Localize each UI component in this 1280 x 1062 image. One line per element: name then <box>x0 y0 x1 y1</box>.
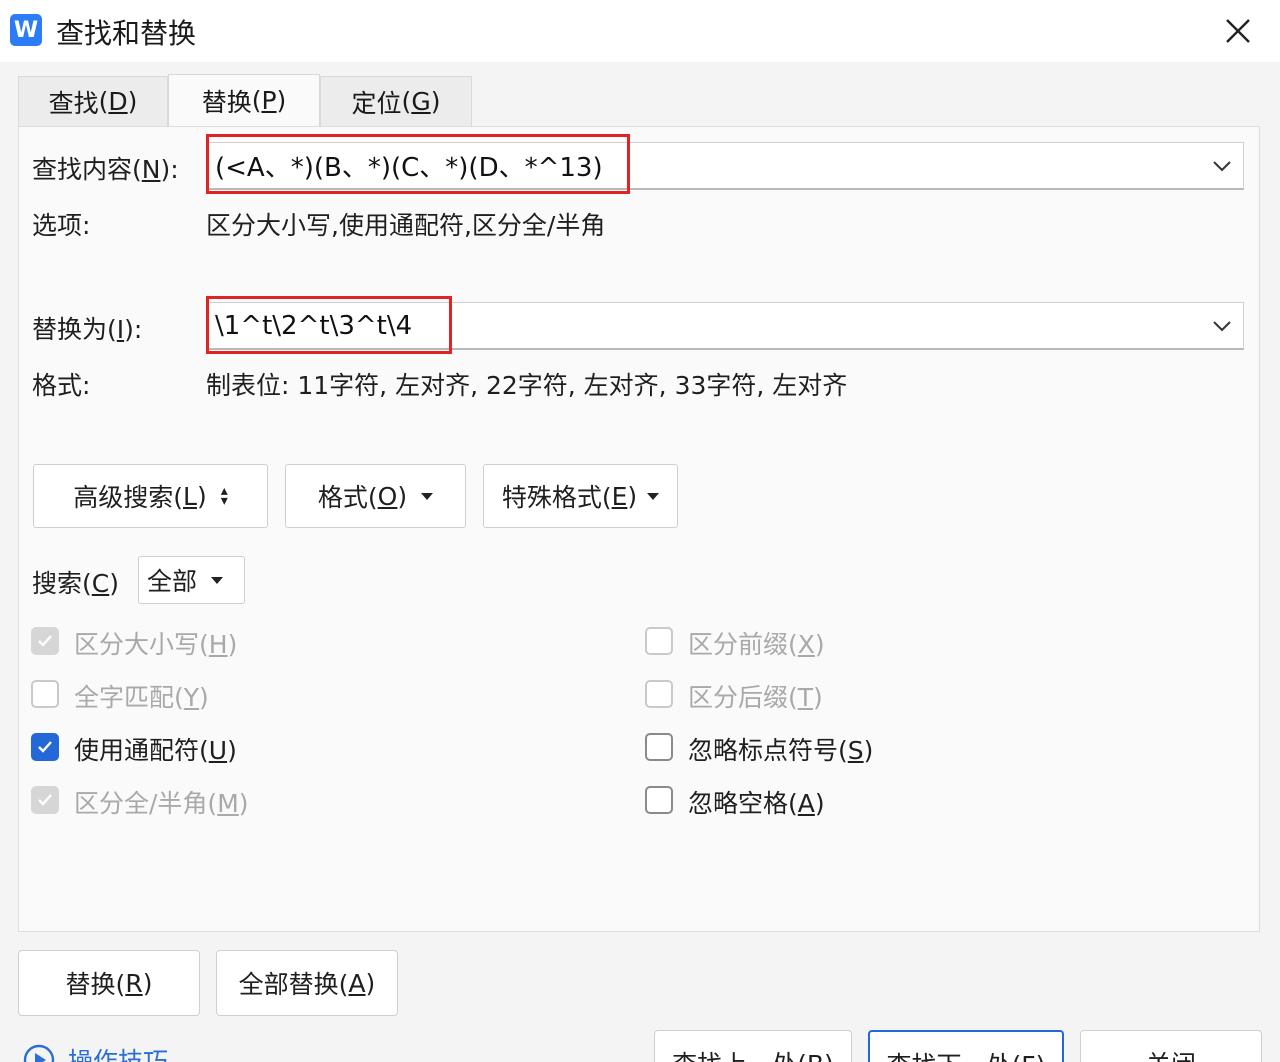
replace-all-button[interactable]: 全部替换(A) <box>216 950 398 1016</box>
title-bar: W 查找和替换 <box>0 0 1280 62</box>
find-next-button[interactable]: 查找下一处(F) <box>868 1030 1064 1062</box>
window-title: 查找和替换 <box>56 17 197 50</box>
match-case-label: 区分大小写(H) <box>74 630 238 659</box>
use-wildcards-label: 使用通配符(U) <box>74 736 237 765</box>
play-circle-icon <box>23 1044 55 1062</box>
tab-find[interactable]: 查找(D) <box>18 76 168 126</box>
options-label: 选项: <box>32 211 91 240</box>
tab-goto[interactable]: 定位(G) <box>320 76 472 126</box>
chevron-down-icon[interactable] <box>1211 315 1233 337</box>
whole-word-label: 全字匹配(Y) <box>74 683 209 712</box>
tab-replace[interactable]: 替换(P) <box>168 74 320 126</box>
search-scope-label: 搜索(C) <box>32 569 119 598</box>
chevron-down-icon[interactable] <box>1211 155 1233 177</box>
replace-button[interactable]: 替换(R) <box>18 950 200 1016</box>
match-width-label: 区分全/半角(M) <box>74 789 249 818</box>
match-prefix-checkbox[interactable] <box>645 627 673 655</box>
wps-writer-logo-icon: W <box>10 14 42 46</box>
match-suffix-checkbox[interactable] <box>645 680 673 708</box>
format-value: 制表位: 11字符, 左对齐, 22字符, 左对齐, 33字符, 左对齐 <box>206 371 848 400</box>
find-input[interactable]: (<A、*)(B、*)(C、*)(D、*^13) <box>206 142 1244 190</box>
format-label: 格式: <box>32 371 91 400</box>
collapse-icon: ▴ ▾ <box>220 483 228 509</box>
operation-tips-link[interactable]: 操作技巧 <box>22 1042 168 1062</box>
replace-label: 替换为(I): <box>32 315 143 344</box>
find-label: 查找内容(N): <box>32 155 179 184</box>
whole-word-checkbox[interactable] <box>31 680 59 708</box>
caret-down-icon <box>647 492 660 500</box>
use-wildcards-checkbox[interactable] <box>31 733 59 761</box>
check-icon <box>38 635 52 647</box>
ignore-spaces-checkbox[interactable] <box>645 786 673 814</box>
advanced-search-button[interactable]: 高级搜索(L) ▴ ▾ <box>33 464 268 528</box>
find-previous-button[interactable]: 查找上一处(B) <box>654 1030 852 1062</box>
match-width-checkbox[interactable] <box>31 786 59 814</box>
ignore-punctuation-checkbox[interactable] <box>645 733 673 761</box>
check-icon <box>38 741 52 753</box>
check-icon <box>38 794 52 806</box>
caret-down-icon <box>211 576 224 584</box>
close-button[interactable] <box>1212 8 1264 54</box>
ignore-punctuation-label: 忽略标点符号(S) <box>688 736 874 765</box>
search-scope-select[interactable]: 全部 <box>138 556 245 604</box>
match-suffix-label: 区分后缀(T) <box>688 683 823 712</box>
ignore-spaces-label: 忽略空格(A) <box>688 789 825 818</box>
options-value: 区分大小写,使用通配符,区分全/半角 <box>206 211 606 240</box>
close-dialog-button[interactable]: 关闭 <box>1080 1030 1262 1062</box>
match-prefix-label: 区分前缀(X) <box>688 630 825 659</box>
match-case-checkbox[interactable] <box>31 627 59 655</box>
caret-down-icon <box>421 492 434 500</box>
format-dropdown-button[interactable]: 格式(O) <box>285 464 466 528</box>
special-format-button[interactable]: 特殊格式(E) <box>483 464 678 528</box>
replace-input[interactable]: \1^t\2^t\3^t\4 <box>206 302 1244 350</box>
close-icon <box>1226 19 1250 43</box>
